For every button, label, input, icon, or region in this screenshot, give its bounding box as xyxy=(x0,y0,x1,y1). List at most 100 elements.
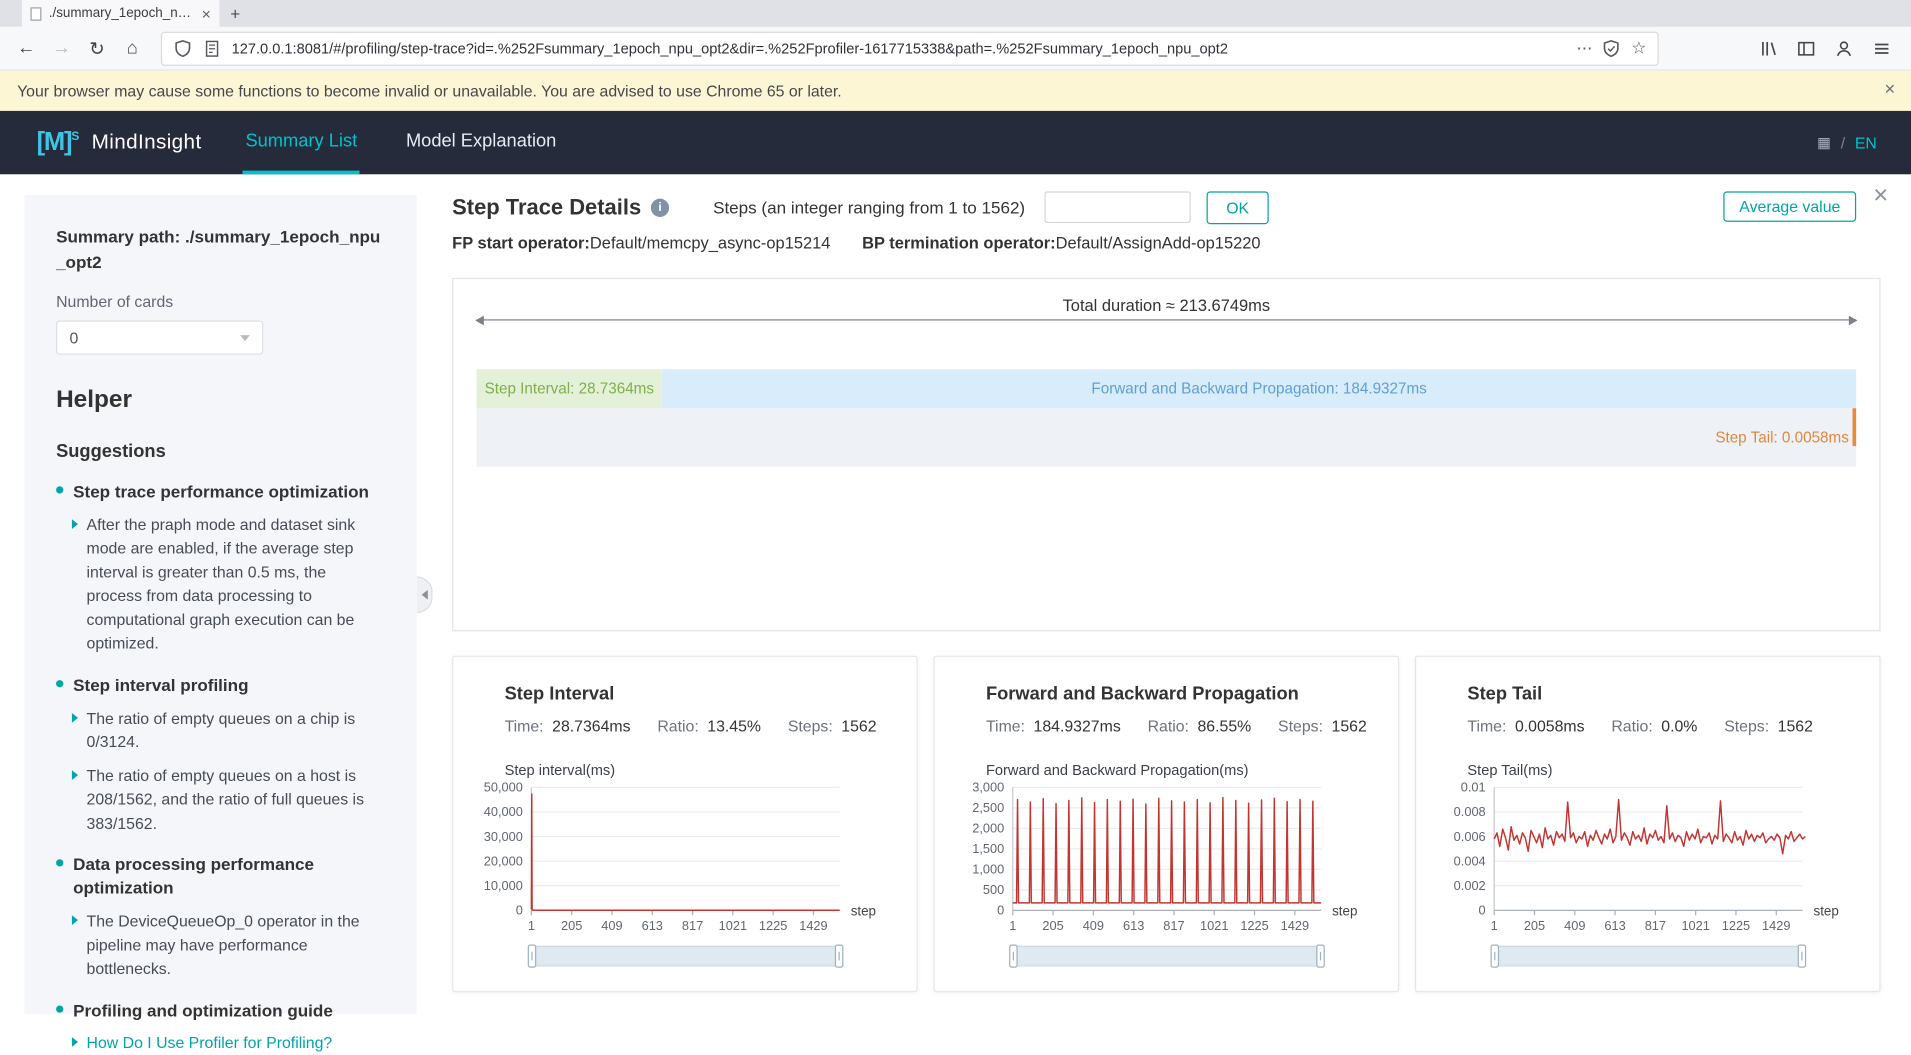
library-icon[interactable] xyxy=(1759,38,1779,58)
info-icon[interactable]: i xyxy=(651,198,669,216)
number-of-cards-label: Number of cards xyxy=(56,293,385,311)
stat-label: Steps: xyxy=(1278,717,1323,735)
bp-termination-value: Default/AssignAdd-op15220 xyxy=(1056,234,1261,252)
tab-summary-list[interactable]: Summary List xyxy=(243,111,360,174)
step-tail-chart[interactable]: 00.0020.0040.0060.0080.01120540961381710… xyxy=(1431,779,1865,939)
svg-text:409: 409 xyxy=(1564,918,1585,933)
section-title: Profiling and optimization guide xyxy=(73,999,333,1022)
bp-termination-label: BP termination operator: xyxy=(862,234,1056,252)
fbp-segment[interactable]: Forward and Backward Propagation: 184.93… xyxy=(662,369,1856,408)
suggestion-section: Data processing performance optimization… xyxy=(56,853,385,980)
section-title: Step trace performance optimization xyxy=(73,480,369,503)
step-tail-row[interactable]: Step Tail: 0.0058ms xyxy=(477,408,1857,467)
step-interval-segment[interactable]: Step Interval: 28.7364ms xyxy=(477,369,663,408)
helper-title: Helper xyxy=(56,386,385,414)
permissions-shield-icon[interactable] xyxy=(1602,38,1622,58)
svg-text:0.006: 0.006 xyxy=(1454,829,1486,844)
suggestions-title: Suggestions xyxy=(56,441,385,462)
bullet-icon xyxy=(56,860,63,867)
stat-value: 1562 xyxy=(841,717,876,735)
language-switch[interactable]: EN xyxy=(1855,133,1877,151)
stat-value: 86.55% xyxy=(1197,717,1251,735)
chart-cards: Step Interval Time:28.7364ms Ratio:13.45… xyxy=(452,656,1880,992)
total-duration-label: Total duration ≈ 213.6749ms xyxy=(453,296,1879,314)
section-item: The ratio of empty queues on a chip is 0… xyxy=(87,707,386,755)
chevron-down-icon xyxy=(240,335,250,341)
tracking-protection-shield-icon[interactable] xyxy=(173,38,193,58)
fbp-chart[interactable]: 05001,0001,5002,0002,5003,00012054096138… xyxy=(949,779,1383,939)
url-text[interactable]: 127.0.0.1:8081/#/profiling/step-trace?id… xyxy=(232,40,1567,57)
fbp-card: Forward and Backward Propagation Time:18… xyxy=(934,656,1400,992)
svg-text:2,500: 2,500 xyxy=(972,800,1004,815)
step-interval-chart[interactable]: 010,00020,00030,00040,00050,000120540961… xyxy=(468,779,902,939)
datazoom-right-handle[interactable] xyxy=(1798,945,1807,968)
bookmark-star-icon[interactable]: ☆ xyxy=(1631,38,1646,59)
reload-button[interactable]: ↻ xyxy=(80,32,113,65)
datazoom-range[interactable] xyxy=(1014,947,1320,965)
tab-title: ./summary_1epoch_npu_opt2 xyxy=(49,6,195,21)
svg-text:0.004: 0.004 xyxy=(1454,853,1486,868)
new-tab-button[interactable]: + xyxy=(219,0,251,27)
back-button[interactable]: ← xyxy=(10,32,43,65)
triangle-bullet-icon xyxy=(72,915,78,925)
datazoom-left-handle[interactable] xyxy=(1491,945,1500,968)
svg-text:409: 409 xyxy=(601,918,622,933)
svg-text:817: 817 xyxy=(682,918,703,933)
datazoom-left-handle[interactable] xyxy=(528,945,537,968)
y-axis-title: Forward and Backward Propagation(ms) xyxy=(986,762,1249,779)
tab-model-explanation[interactable]: Model Explanation xyxy=(404,111,559,174)
datazoom-slider[interactable] xyxy=(1013,946,1321,967)
card-stats: Time:184.9327ms Ratio:86.55% Steps:1562 xyxy=(986,717,1398,735)
segment-label: Forward and Backward Propagation: 184.93… xyxy=(1091,380,1426,397)
svg-text:1429: 1429 xyxy=(1762,918,1790,933)
svg-text:1,000: 1,000 xyxy=(972,862,1004,877)
browser-tab[interactable]: ./summary_1epoch_npu_opt2 × xyxy=(22,0,219,27)
menu-icon[interactable] xyxy=(1872,38,1892,58)
tab-bar: ./summary_1epoch_npu_opt2 × + xyxy=(0,0,1911,27)
step-tail-label: Step Tail: 0.0058ms xyxy=(1715,429,1849,446)
svg-text:1225: 1225 xyxy=(1240,918,1268,933)
datazoom-right-handle[interactable] xyxy=(835,945,844,968)
datazoom-range[interactable] xyxy=(1495,947,1801,965)
steps-input[interactable] xyxy=(1045,191,1191,223)
compatibility-notice: Your browser may cause some functions to… xyxy=(0,71,1911,111)
browser-window: ./summary_1epoch_npu_opt2 × + ← → ↻ ⌂ 12… xyxy=(0,0,1911,1014)
triangle-bullet-icon xyxy=(72,770,78,780)
datazoom-right-handle[interactable] xyxy=(1316,945,1325,968)
datazoom-slider[interactable] xyxy=(531,946,839,967)
datazoom-range[interactable] xyxy=(533,947,839,965)
address-bar[interactable]: 127.0.0.1:8081/#/profiling/step-trace?id… xyxy=(161,31,1659,65)
brand-name: MindInsight xyxy=(92,130,202,154)
svg-text:409: 409 xyxy=(1083,918,1104,933)
svg-text:1,500: 1,500 xyxy=(972,841,1004,856)
ok-button[interactable]: OK xyxy=(1207,191,1269,224)
average-value-button[interactable]: Average value xyxy=(1723,191,1856,221)
svg-text:0: 0 xyxy=(516,903,523,918)
trace-bars: Step Interval: 28.7364ms Forward and Bac… xyxy=(477,369,1857,467)
home-button[interactable]: ⌂ xyxy=(116,32,149,65)
section-title: Step interval profiling xyxy=(73,674,248,697)
datazoom-left-handle[interactable] xyxy=(1009,945,1018,968)
sidebar: Summary path: ./summary_1epoch_npu_opt2 … xyxy=(24,195,416,1014)
page-info-icon[interactable] xyxy=(202,38,222,58)
triangle-bullet-icon xyxy=(72,713,78,723)
notice-close-icon[interactable]: × xyxy=(1884,80,1895,98)
stat-value: 28.7364ms xyxy=(552,717,630,735)
fp-start-label: FP start operator: xyxy=(452,234,590,252)
datazoom-slider[interactable] xyxy=(1494,946,1802,967)
stat-label: Time: xyxy=(1467,717,1506,735)
apps-grid-icon[interactable]: ▦ xyxy=(1817,134,1831,151)
suggestion-section: Step trace performance optimization Afte… xyxy=(56,480,385,655)
cards-select[interactable]: 0 xyxy=(56,321,263,355)
page-actions-icon[interactable]: ⋯ xyxy=(1576,38,1592,58)
sidebar-collapse-handle[interactable] xyxy=(417,576,433,613)
account-icon[interactable] xyxy=(1834,38,1854,58)
forward-button[interactable]: → xyxy=(45,32,78,65)
profiler-guide-link[interactable]: How Do I Use Profiler for Profiling? xyxy=(87,1032,333,1055)
stat-value: 184.9327ms xyxy=(1034,717,1121,735)
sidebars-icon[interactable] xyxy=(1796,38,1816,58)
stat-label: Ratio: xyxy=(657,717,698,735)
tab-close-icon[interactable]: × xyxy=(202,4,211,22)
segment-label: Step Interval: 28.7364ms xyxy=(485,380,654,397)
steps-label: Steps (an integer ranging from 1 to 1562… xyxy=(713,197,1025,217)
